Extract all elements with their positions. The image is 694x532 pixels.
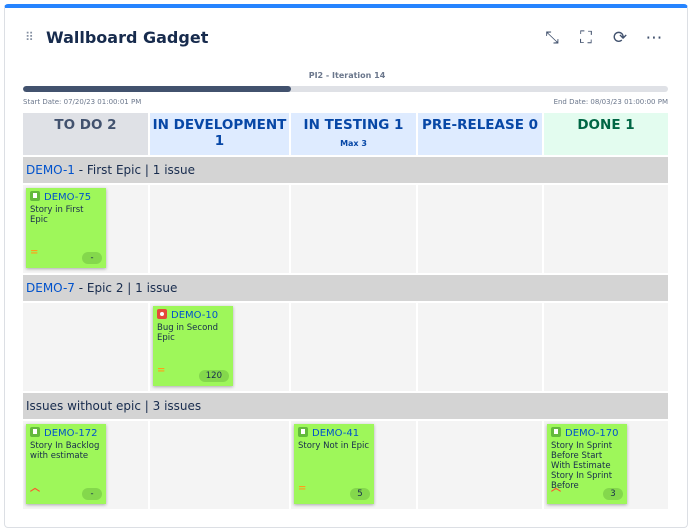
card-header: DEMO-41 [298, 427, 370, 439]
swimlane-row: DEMO-172 Story In Backlog with estimate ︿ -… [23, 421, 668, 509]
board-cell [23, 303, 148, 391]
gadget-title: Wallboard Gadget [46, 28, 209, 47]
issue-summary: Story in First Epic [30, 205, 84, 225]
card-header: DEMO-172 [30, 427, 102, 439]
priority-high-icon: ︿ [30, 483, 40, 494]
column-header: IN DEVELOPMENT 1 [150, 113, 289, 155]
estimate-badge: - [82, 488, 102, 500]
board-cell: DEMO-10 Bug in Second Epic = 120 [150, 303, 289, 391]
estimate-badge: 3 [603, 488, 623, 500]
priority-medium-icon: = [30, 247, 39, 258]
column-header: DONE 1 [544, 113, 668, 155]
issue-summary: Story In Backlog with estimate [30, 441, 100, 461]
column-header: IN TESTING 1 Max 3 [291, 113, 416, 155]
story-icon [551, 427, 561, 437]
priority-high-icon: ︿ [551, 483, 561, 494]
board-cell: DEMO-41 Story Not in Epic = 5 [291, 421, 416, 509]
board-cell [418, 421, 542, 509]
board-cell [291, 185, 416, 273]
sprint-progress-fill [23, 86, 291, 92]
issue-card[interactable]: DEMO-10 Bug in Second Epic = 120 [153, 306, 233, 386]
column-title: PRE-RELEASE 0 [421, 117, 539, 133]
story-icon [298, 427, 308, 437]
more-icon[interactable]: ⋯ [644, 28, 664, 48]
estimate-badge: 120 [198, 370, 229, 382]
issue-card[interactable]: DEMO-172 Story In Backlog with estimate ︿ - [26, 424, 106, 504]
board-cell [544, 303, 668, 391]
story-icon [30, 191, 40, 201]
priority-medium-icon: = [157, 365, 166, 376]
column-title: TO DO 2 [54, 117, 117, 133]
board-cell: DEMO-75 Story in First Epic = - [23, 185, 148, 273]
card-header: DEMO-10 [157, 309, 229, 321]
story-icon [30, 427, 40, 437]
swimlane-row: DEMO-10 Bug in Second Epic = 120 [23, 303, 668, 391]
sprint-name: PI2 - Iteration 14 [308, 71, 386, 80]
board: TO DO 2 IN DEVELOPMENT 1 IN TESTING 1 Max 3… [23, 113, 668, 509]
issue-key[interactable]: DEMO-41 [312, 428, 359, 439]
issue-summary: Bug in Second Epic [157, 323, 219, 343]
board-cell [418, 303, 542, 391]
collapse-icon[interactable]: ⤡ [542, 28, 562, 48]
gadget-toolbar: ⤡ ⛶ ⟳ ⋯ [542, 28, 664, 48]
column-header: PRE-RELEASE 0 [418, 113, 542, 155]
swimlane-header[interactable]: Issues without epic | 3 issues [23, 393, 668, 419]
board-cell [418, 185, 542, 273]
swimlane-header[interactable]: DEMO-7 - Epic 2 | 1 issue [23, 275, 668, 301]
end-date: End Date: 08/03/23 01:00:00 PM [553, 98, 668, 106]
column-max: Max 3 [340, 139, 367, 148]
issue-summary: Story Not in Epic [298, 441, 370, 451]
board-cell [544, 185, 668, 273]
board-cell [150, 421, 289, 509]
column-header: TO DO 2 [23, 113, 148, 155]
column-title: IN DEVELOPMENT 1 [152, 117, 287, 149]
board-cell: DEMO-172 Story In Backlog with estimate ︿ - [23, 421, 148, 509]
issue-card[interactable]: DEMO-75 Story in First Epic = - [26, 188, 106, 268]
board-cell: DEMO-170 Story In Sprint Before Start Wit… [544, 421, 668, 509]
issue-key[interactable]: DEMO-170 [565, 428, 619, 439]
column-title: IN TESTING 1 [303, 117, 404, 133]
swimlane-label: - First Epic | 1 issue [74, 163, 196, 177]
epic-link[interactable]: DEMO-7 [26, 281, 75, 295]
column-title: DONE 1 [577, 117, 635, 133]
issue-summary: Story In Sprint Before Start With Estima… [551, 441, 613, 491]
issue-key[interactable]: DEMO-10 [171, 310, 218, 321]
epic-link[interactable]: DEMO-1 [26, 163, 75, 177]
swimlane-label: - Epic 2 | 1 issue [74, 281, 178, 295]
issue-card[interactable]: DEMO-41 Story Not in Epic = 5 [294, 424, 374, 504]
estimate-badge: - [82, 252, 102, 264]
board-cell [291, 303, 416, 391]
board-cell [150, 185, 289, 273]
swimlane-label: Issues without epic | 3 issues [26, 399, 202, 413]
sprint-progress-bar [23, 86, 668, 92]
drag-handle-icon[interactable]: ⠿ [25, 30, 34, 44]
start-date: Start Date: 07/20/23 01:00:01 PM [23, 98, 142, 106]
swimlane-header[interactable]: DEMO-1 - First Epic | 1 issue [23, 157, 668, 183]
priority-medium-icon: = [298, 483, 307, 494]
card-header: DEMO-170 [551, 427, 623, 439]
swimlane-row: DEMO-75 Story in First Epic = - [23, 185, 668, 273]
column-header-row: TO DO 2 IN DEVELOPMENT 1 IN TESTING 1 Max 3… [23, 113, 668, 155]
estimate-badge: 5 [350, 488, 370, 500]
issue-key[interactable]: DEMO-172 [44, 428, 98, 439]
issue-key[interactable]: DEMO-75 [44, 192, 91, 203]
issue-card[interactable]: DEMO-170 Story In Sprint Before Start Wit… [547, 424, 627, 504]
fullscreen-icon[interactable]: ⛶ [576, 28, 596, 48]
refresh-icon[interactable]: ⟳ [610, 28, 630, 48]
bug-icon [157, 309, 167, 319]
card-header: DEMO-75 [30, 191, 102, 203]
